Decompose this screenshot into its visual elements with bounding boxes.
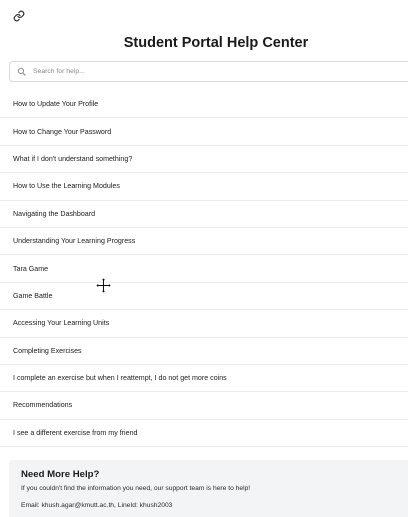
search-input[interactable] <box>33 68 393 75</box>
faq-item[interactable]: How to Update Your Profile <box>0 91 408 119</box>
help-text: If you couldn't find the information you… <box>21 485 251 492</box>
faq-item[interactable]: Accessing Your Learning Units <box>0 310 408 338</box>
faq-item[interactable]: Understanding Your Learning Progress <box>0 228 408 256</box>
help-center-page: Student Portal Help Center How to Update… <box>0 0 408 517</box>
faq-item[interactable]: What if I don't understand something? <box>0 146 408 174</box>
faq-item[interactable]: Navigating the Dashboard <box>0 201 408 228</box>
faq-item[interactable]: I complete an exercise but when I reatte… <box>0 365 408 393</box>
faq-item[interactable]: How to Use the Learning Modules <box>0 173 408 201</box>
move-cursor-icon <box>95 277 112 294</box>
link-icon[interactable] <box>12 9 26 23</box>
faq-item[interactable]: Completing Exercises <box>0 338 408 365</box>
faq-item[interactable]: How to Change Your Password <box>0 118 408 146</box>
help-contact: Email: khush.agar@kmutt.ac.th, LineId: k… <box>21 502 173 509</box>
faq-list: How to Update Your Profile How to Change… <box>0 91 408 448</box>
faq-item[interactable]: I see a different exercise from my frien… <box>0 420 408 448</box>
search-icon <box>17 67 27 77</box>
need-help-section: Need More Help? If you couldn't find the… <box>9 460 408 517</box>
faq-item[interactable]: Game Battle <box>0 283 408 311</box>
faq-item[interactable]: Tara Game <box>0 255 408 283</box>
help-title: Need More Help? <box>21 469 100 480</box>
page-title: Student Portal Help Center <box>123 35 309 51</box>
faq-item[interactable]: Recommendations <box>0 392 408 420</box>
search-bar[interactable] <box>9 61 408 82</box>
